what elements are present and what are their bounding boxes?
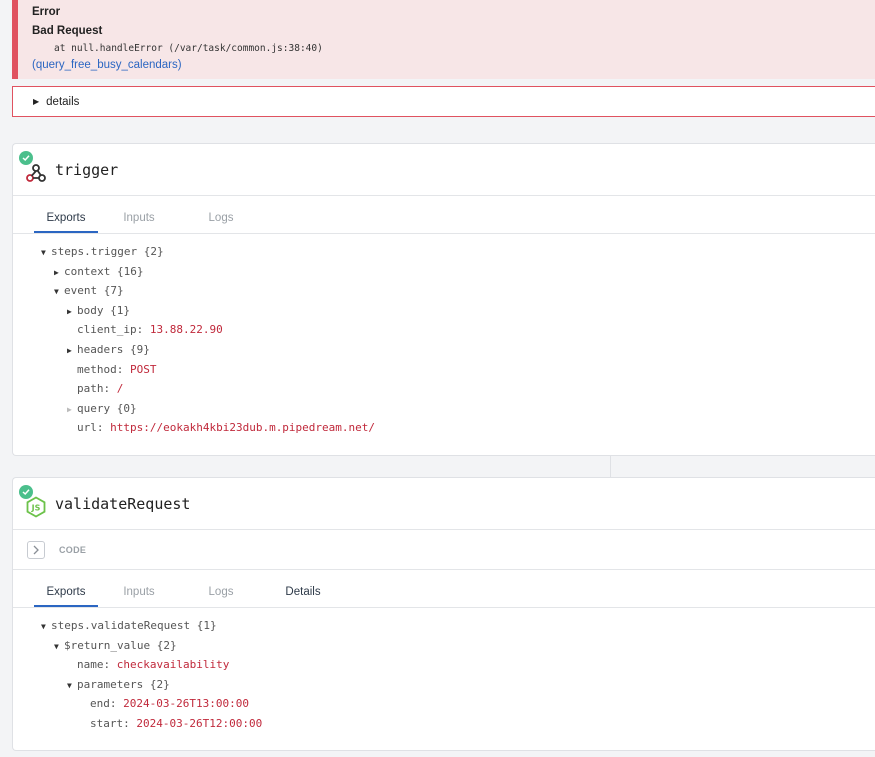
nodejs-icon: JS	[25, 495, 47, 518]
error-title: Error	[32, 6, 61, 18]
caret-right-icon: ▶	[67, 404, 72, 414]
svg-text:JS: JS	[31, 503, 41, 512]
tab-logs[interactable]: Logs	[180, 581, 262, 607]
connector-line	[610, 456, 611, 477]
validate-step-title: validateRequest	[55, 494, 191, 513]
caret-right-icon: ▶	[67, 306, 72, 316]
tree-node-body[interactable]: ▶ body {1}	[41, 301, 875, 321]
code-label: CODE	[59, 544, 87, 555]
caret-down-icon: ▼	[41, 248, 46, 257]
tree-node-query[interactable]: ▶ query {0}	[41, 399, 875, 419]
caret-right-icon: ▶	[54, 267, 59, 277]
tree-node-event[interactable]: ▼ event {7}	[41, 281, 875, 301]
tree-leaf-client-ip: client_ip: 13.88.22.90	[77, 323, 223, 337]
tree-leaf-method: method: POST	[77, 362, 157, 376]
trigger-step-title: trigger	[55, 160, 119, 179]
validate-tabs: Exports Inputs Logs Details	[13, 570, 875, 608]
tree-leaf-start: start: 2024-03-26T12:00:00	[90, 716, 263, 730]
error-stack: at null.handleError (/var/task/common.js…	[54, 43, 323, 54]
trigger-step-card: trigger Exports Inputs Logs ▼ steps.trigg…	[12, 143, 875, 456]
tree-node-context[interactable]: ▶ context {16}	[41, 262, 875, 282]
code-section-toggle[interactable]: CODE	[13, 530, 875, 570]
error-banner: Error Bad Request at null.handleError (/…	[12, 0, 875, 79]
chevron-right-icon[interactable]	[27, 540, 45, 559]
tree-node-root[interactable]: ▼ steps.trigger {2}	[41, 242, 875, 262]
validate-exports-tree: ▼ steps.validateRequest {1} ▼ $return_valu…	[13, 608, 875, 734]
tab-inputs[interactable]: Inputs	[98, 207, 180, 233]
caret-down-icon: ▼	[41, 622, 46, 631]
success-check-icon	[19, 485, 33, 499]
details-label: details	[46, 95, 80, 108]
caret-down-icon: ▼	[54, 287, 59, 297]
trigger-step-header[interactable]: trigger	[13, 144, 875, 196]
caret-right-icon: ▶	[67, 345, 72, 355]
validate-step-header[interactable]: JS validateRequest	[13, 478, 875, 530]
tree-node-root[interactable]: ▼ steps.validateRequest {1}	[41, 616, 875, 636]
tab-exports[interactable]: Exports	[34, 207, 98, 233]
trigger-exports-tree: ▼ steps.trigger {2} ▶ context {16} ▼ event …	[13, 234, 875, 438]
caret-down-icon: ▼	[67, 680, 72, 690]
tree-node-return-value[interactable]: ▼ $return_value {2}	[41, 636, 875, 656]
tab-exports[interactable]: Exports	[34, 581, 98, 607]
tree-node-headers[interactable]: ▶ headers {9}	[41, 340, 875, 360]
webhook-icon	[25, 162, 47, 184]
tab-details[interactable]: Details	[262, 581, 344, 607]
tree-leaf-name: name: checkavailability	[77, 658, 230, 672]
error-step-link[interactable]: (query_free_busy_calendars)	[32, 57, 875, 73]
details-toggle[interactable]: ▶ details	[12, 86, 875, 117]
validate-step-card: JS validateRequest CODE Exports Inputs L…	[12, 477, 875, 751]
tree-node-parameters[interactable]: ▼ parameters {2}	[41, 675, 875, 695]
tree-leaf-url: url: https://eokakh4kbi23dub.m.pipedream…	[77, 421, 376, 435]
error-message: Bad Request	[32, 25, 103, 37]
trigger-tabs: Exports Inputs Logs	[13, 196, 875, 234]
tree-leaf-end: end: 2024-03-26T13:00:00	[90, 697, 249, 711]
tab-inputs[interactable]: Inputs	[98, 581, 180, 607]
caret-right-icon: ▶	[33, 97, 40, 106]
tab-logs[interactable]: Logs	[180, 207, 262, 233]
tree-leaf-path: path: /	[77, 382, 124, 396]
caret-down-icon: ▼	[54, 641, 59, 651]
success-check-icon	[19, 151, 33, 165]
